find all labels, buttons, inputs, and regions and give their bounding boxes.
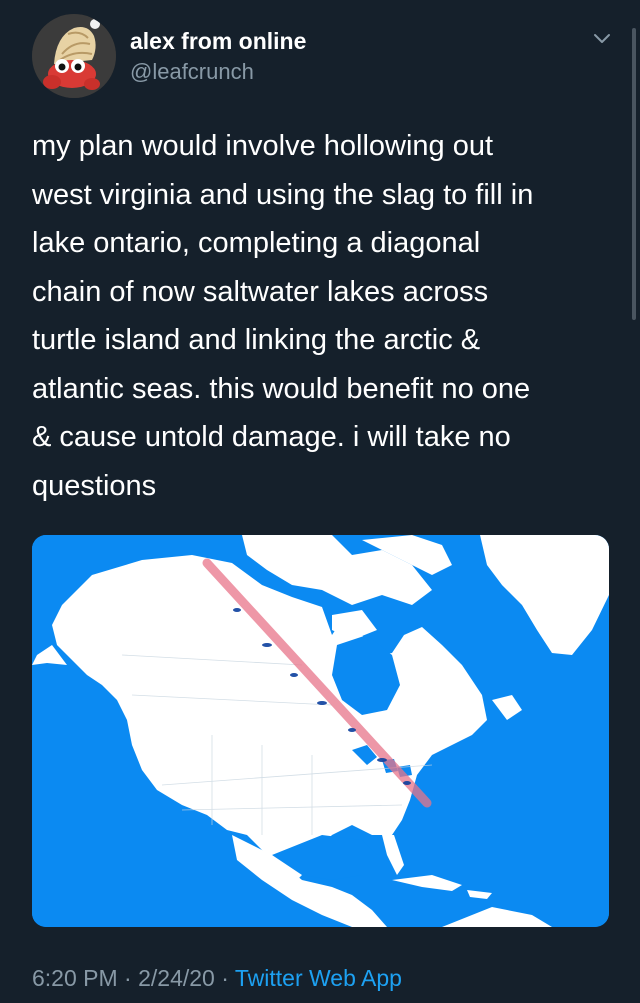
user-handle[interactable]: @leafcrunch — [130, 59, 254, 85]
meta-separator: · — [124, 965, 139, 991]
display-name[interactable]: alex from online — [130, 28, 306, 55]
tweet-line: west virginia and using the slag to fill… — [32, 178, 534, 211]
tweet-line: & cause untold damage. i will take no — [32, 421, 511, 453]
tweet-line: atlantic seas. this would benefit no one — [32, 372, 531, 405]
tweet-time[interactable]: 6:20 PM — [32, 965, 118, 991]
tweet-source-link[interactable]: Twitter Web App — [235, 965, 402, 991]
tweet-line: lake ontario, completing a diagonal — [32, 227, 481, 259]
hermit-crab-avatar-icon — [32, 14, 116, 98]
scrollbar[interactable] — [632, 28, 636, 320]
tweet-line: my plan would involve hollowing out — [32, 130, 494, 162]
chevron-down-icon[interactable] — [590, 28, 614, 48]
tweet-meta: 6:20 PM · 2/24/20 · Twitter Web App — [32, 965, 402, 992]
north-america-map — [32, 535, 609, 927]
meta-separator: · — [221, 965, 235, 991]
tweet-line: questions — [32, 469, 157, 502]
tweet-media-map[interactable] — [32, 535, 609, 927]
tweet-date[interactable]: 2/24/20 — [138, 965, 215, 991]
tweet-text: my plan would involve hollowing out west… — [32, 122, 617, 510]
avatar[interactable] — [32, 14, 116, 98]
tweet-line: chain of now saltwater lakes across — [32, 275, 489, 308]
tweet-line: turtle island and linking the arctic & — [32, 324, 481, 356]
